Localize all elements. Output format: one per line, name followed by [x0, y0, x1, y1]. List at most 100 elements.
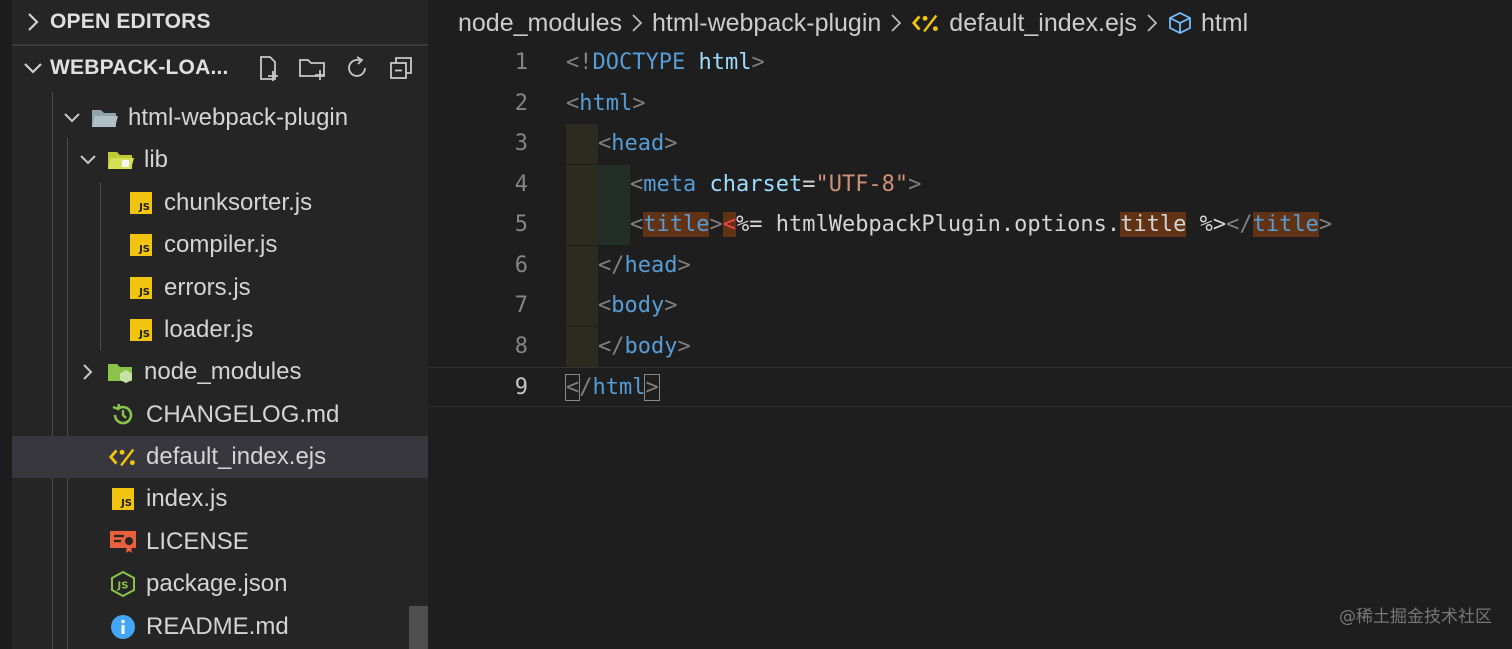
breadcrumb-item[interactable]: html-webpack-plugin [652, 9, 881, 38]
javascript-file-icon: JS [126, 315, 156, 345]
workspace-header[interactable]: WEBPACK-LOA... [12, 46, 428, 90]
explorer-sidebar: OPEN EDITORS WEBPACK-LOA... html-webpack… [0, 0, 428, 649]
code-text: </html> [564, 374, 660, 401]
file-license[interactable]: LICENSE [12, 521, 428, 563]
file-readme-md[interactable]: README.md [12, 606, 428, 648]
cube-symbol-icon [1167, 10, 1193, 36]
chevron-right-icon [891, 14, 902, 32]
lib-folder-icon [106, 145, 136, 175]
line-number: 7 [514, 293, 528, 318]
file-chunksorter-js[interactable]: JS chunksorter.js [12, 182, 428, 224]
chevron-right-icon [1147, 14, 1157, 32]
breadcrumb-item[interactable]: default_index.ejs [949, 9, 1137, 38]
indent-highlight [566, 124, 598, 164]
collapse-all-icon[interactable] [386, 53, 416, 83]
code-line: 5 <title><%= htmlWebpackPlugin.options.t… [428, 205, 1512, 245]
chevron-down-icon [76, 145, 100, 175]
refresh-icon[interactable] [342, 53, 372, 83]
chevron-down-icon [60, 103, 84, 133]
breadcrumb-item[interactable]: node_modules [458, 9, 622, 38]
line-number: 2 [514, 91, 528, 116]
breadcrumb: node_modules html-webpack-plugin default… [458, 0, 1248, 46]
ejs-file-icon [911, 11, 941, 35]
line-number: 8 [514, 334, 528, 359]
bracket-match: < [564, 374, 581, 401]
highlighted-word: title [1120, 212, 1187, 237]
file-label: LICENSE [146, 528, 249, 555]
chevron-down-icon [22, 62, 44, 74]
file-label: loader.js [164, 316, 254, 343]
file-errors-js[interactable]: JS errors.js [12, 267, 428, 309]
bracket-match: > [644, 374, 660, 401]
code-text: <html> [566, 91, 646, 116]
code-line: 1 <!DOCTYPE html> [428, 43, 1512, 83]
line-number: 1 [514, 50, 528, 75]
code-line: 6 </head> [428, 246, 1512, 286]
folder-html-webpack-plugin[interactable]: html-webpack-plugin [12, 97, 428, 139]
file-label: CHANGELOG.md [146, 401, 340, 428]
chevron-right-icon [632, 14, 643, 32]
javascript-file-icon: JS [108, 484, 138, 514]
code-line: 4 <meta charset="UTF-8"> [428, 165, 1512, 205]
code-line: 8 </body> [428, 327, 1512, 367]
file-default-index-ejs[interactable]: default_index.ejs [12, 436, 428, 478]
file-label: compiler.js [164, 231, 278, 258]
file-package-json[interactable]: JS package.json [12, 563, 428, 605]
info-icon [108, 612, 138, 642]
line-number: 6 [514, 253, 528, 278]
indent-highlight [598, 165, 630, 205]
folder-label: lib [144, 146, 169, 173]
highlighted-tag: title [643, 212, 710, 237]
watermark: @稀土掘金技术社区 [1339, 607, 1492, 627]
file-loader-js[interactable]: JS loader.js [12, 309, 428, 351]
current-code-line: 9 </html> [428, 367, 1512, 407]
chevron-right-icon [22, 12, 44, 32]
line-number: 3 [514, 131, 528, 156]
indent-highlight [566, 246, 598, 286]
code-text: <title><%= htmlWebpackPlugin.options.tit… [630, 212, 1333, 237]
license-icon [108, 527, 138, 557]
scrollbar-thumb[interactable] [409, 606, 428, 649]
indent-highlight [598, 205, 630, 245]
code-text: </body> [598, 334, 691, 359]
javascript-file-icon: JS [126, 188, 156, 218]
indent-highlight [566, 205, 598, 245]
highlighted-tag: title [1252, 212, 1319, 237]
file-label: default_index.ejs [146, 443, 327, 470]
file-changelog-md[interactable]: CHANGELOG.md [12, 394, 428, 436]
ejs-file-icon [108, 442, 138, 472]
breadcrumb-item[interactable]: html [1201, 9, 1248, 38]
javascript-file-icon: JS [126, 273, 156, 303]
open-editors-header[interactable]: OPEN EDITORS [12, 0, 428, 44]
code-editor[interactable]: 1 <!DOCTYPE html> 2 <html> 3 <head> 4 <m… [428, 46, 1512, 649]
folder-open-icon [90, 103, 120, 133]
folder-lib[interactable]: lib [12, 139, 428, 181]
indent-highlight [566, 327, 598, 367]
new-folder-icon[interactable] [298, 53, 328, 83]
line-number: 4 [514, 172, 528, 197]
file-label: index.js [146, 485, 228, 512]
indent-highlight [566, 286, 598, 326]
ejs-open: < [722, 212, 736, 237]
file-compiler-js[interactable]: JS compiler.js [12, 224, 428, 266]
folder-label: node_modules [144, 358, 302, 385]
activity-strip [0, 0, 12, 649]
open-editors-label: OPEN EDITORS [50, 10, 211, 33]
history-icon [108, 400, 138, 430]
explorer-actions [254, 46, 416, 90]
svg-text:JS: JS [117, 581, 129, 592]
code-text: <!DOCTYPE html> [566, 50, 765, 75]
code-text: <head> [598, 131, 678, 156]
new-file-icon[interactable] [254, 53, 284, 83]
file-index-js[interactable]: JS index.js [12, 478, 428, 520]
code-line: 2 <html> [428, 84, 1512, 124]
code-line: 7 <body> [428, 286, 1512, 326]
javascript-file-icon: JS [126, 230, 156, 260]
folder-node-modules[interactable]: node_modules [12, 351, 428, 393]
file-label: README.md [146, 613, 289, 640]
code-line: 3 <head> [428, 124, 1512, 164]
indent-highlight [566, 165, 598, 205]
workspace-label: WEBPACK-LOA... [50, 56, 229, 79]
line-number: 9 [514, 375, 528, 400]
node-modules-folder-icon [106, 357, 136, 387]
